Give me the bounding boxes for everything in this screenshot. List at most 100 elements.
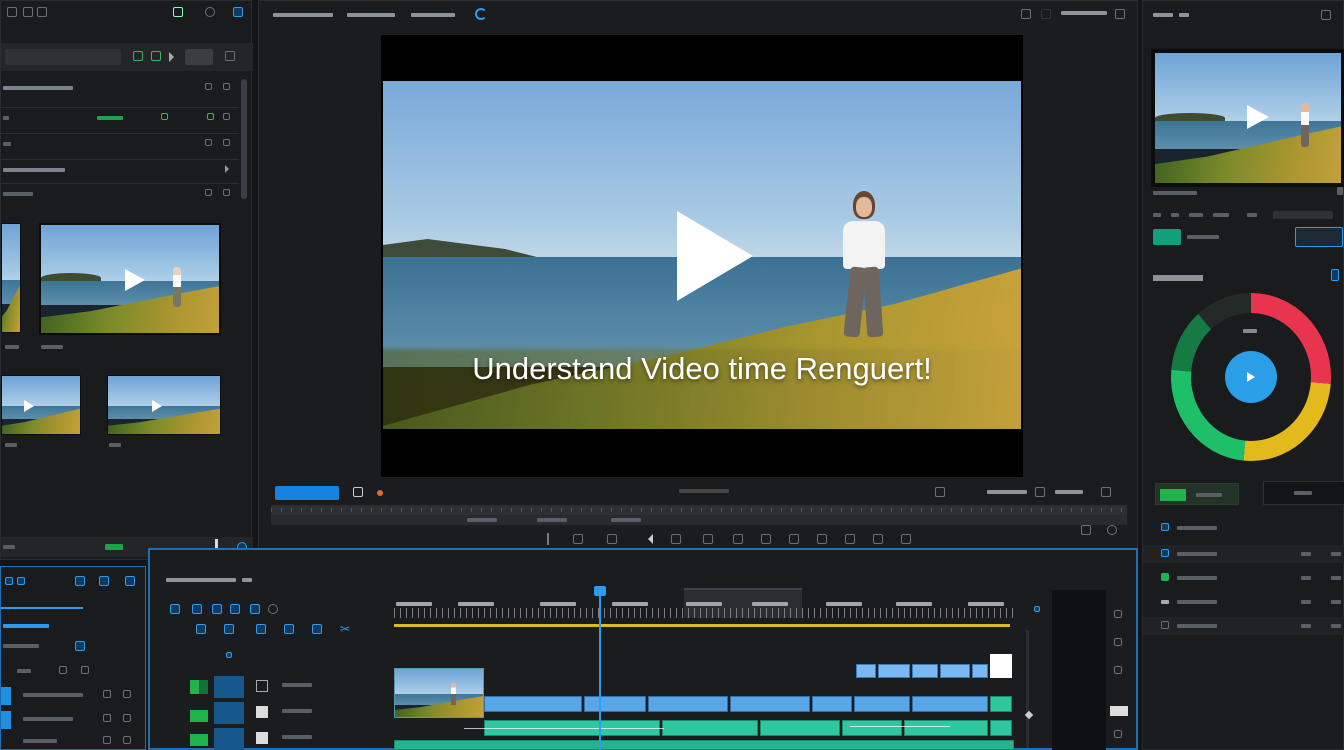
audio-clip[interactable] [990,720,1012,736]
slip-tool-icon[interactable] [212,604,222,614]
list-item[interactable] [1,79,239,97]
track-header[interactable] [1,687,147,705]
track-button[interactable] [214,676,244,698]
video-clip[interactable] [912,664,938,678]
media-scrollbar[interactable] [241,79,247,199]
export-icon[interactable] [873,534,883,544]
video-clip[interactable] [912,696,988,712]
work-area-bar[interactable] [394,624,1010,627]
property-row[interactable] [1143,617,1344,635]
media-thumbnail-selected[interactable] [39,223,221,335]
crop-icon[interactable] [607,534,617,544]
track-header[interactable] [1,711,147,729]
clip-icon[interactable] [353,487,363,497]
search-input[interactable] [5,49,121,65]
list-icon[interactable] [23,7,33,17]
eye-icon[interactable] [223,83,230,90]
timecode-button[interactable] [275,486,339,500]
folder-icon[interactable] [37,7,47,17]
audio-clip[interactable] [662,720,758,736]
play-icon[interactable] [152,400,162,412]
scrubber-track[interactable] [271,505,1127,515]
trim-icon[interactable] [573,534,583,544]
close-icon[interactable] [1321,10,1331,20]
blade-tool-icon[interactable] [192,604,202,614]
play-icon[interactable] [125,269,145,291]
timeline-vertical-scroll[interactable] [1052,590,1106,750]
tag-icon[interactable] [151,51,161,61]
property-row[interactable] [1143,519,1344,537]
arrow-right-icon[interactable] [169,52,179,62]
audio-clip[interactable] [760,720,840,736]
sort-button[interactable] [185,49,213,65]
add-icon[interactable] [233,7,243,17]
speed-icon[interactable] [671,534,681,544]
green-toggle-button[interactable] [1155,483,1239,505]
audio-clip[interactable] [904,720,988,736]
chevron-right-icon[interactable] [225,165,233,173]
home-icon[interactable] [733,534,743,544]
play-icon[interactable] [24,400,34,412]
link-icon[interactable] [475,8,487,20]
search-icon[interactable] [205,7,215,17]
apply-button[interactable] [1153,229,1181,245]
ripple-tool-icon[interactable] [230,604,240,614]
select-tool-icon[interactable] [170,604,180,614]
media-thumbnail[interactable] [1,375,81,435]
grid-icon[interactable] [7,7,17,17]
roll-tool-icon[interactable] [250,604,260,614]
filter-icon[interactable] [133,51,143,61]
effects-icon[interactable] [761,534,771,544]
video-clip[interactable] [878,664,910,678]
link-track-icon[interactable] [125,576,135,586]
audio-clip[interactable] [990,696,1012,712]
track-button[interactable] [214,728,244,750]
mask-icon[interactable] [845,534,855,544]
video-clip[interactable] [854,696,910,712]
scissors-icon[interactable]: ✂ [340,622,350,636]
lock-track-icon[interactable] [99,576,109,586]
media-thumbnail[interactable] [1,223,21,333]
text-icon[interactable] [817,534,827,544]
chevron-left-icon[interactable] [643,534,653,544]
track-header[interactable] [1,733,147,750]
record-icon[interactable] [377,490,383,496]
fullscreen-icon[interactable] [1081,525,1091,535]
preview-thumbnail[interactable] [1151,49,1344,187]
video-clip[interactable] [940,664,970,678]
lock-icon[interactable] [205,83,212,90]
video-clip[interactable] [584,696,646,712]
video-clip[interactable] [648,696,728,712]
play-icon[interactable] [677,211,753,301]
list-item[interactable] [1,183,239,201]
timeline-ruler[interactable] [394,588,1014,632]
audio-icon[interactable] [789,534,799,544]
play-icon[interactable] [1247,105,1269,129]
media-thumbnail[interactable] [107,375,221,435]
playhead[interactable] [594,586,606,750]
video-clip[interactable] [484,696,582,712]
gear-icon[interactable] [1107,525,1117,535]
video-clip-thumbnail[interactable] [394,668,484,718]
video-clip[interactable] [990,654,1012,678]
video-clip[interactable] [856,664,876,678]
color-picker-center[interactable] [1225,351,1277,403]
color-wheel[interactable] [1171,293,1331,461]
link-icon[interactable] [173,7,183,17]
add-track-icon[interactable] [75,576,85,586]
marker-icon[interactable] [547,533,549,545]
property-row[interactable] [1143,545,1344,563]
pen-icon[interactable] [901,534,911,544]
view-toggle-icon[interactable] [225,51,235,61]
property-row[interactable] [1143,569,1344,587]
snap-icon[interactable] [268,604,278,614]
video-clip[interactable] [730,696,810,712]
property-row[interactable] [1143,593,1344,611]
track-header[interactable] [1,663,147,681]
options-button[interactable] [1295,227,1343,247]
color-mode-icon[interactable] [1331,269,1339,281]
video-clip[interactable] [972,664,988,678]
video-clip[interactable] [812,696,852,712]
settings-icon[interactable] [1115,9,1125,19]
track-button[interactable] [214,702,244,724]
